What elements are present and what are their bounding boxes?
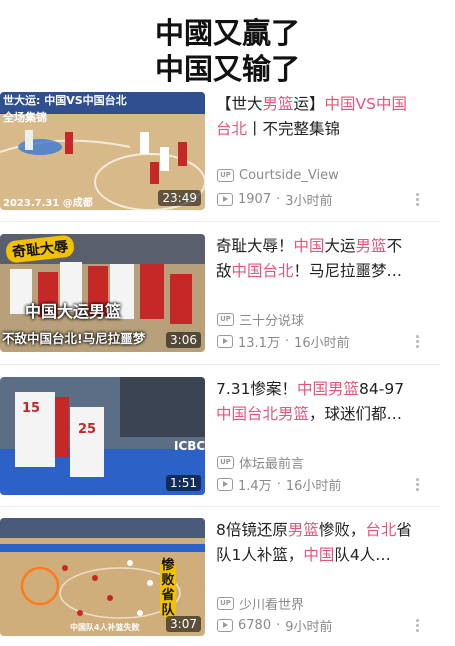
title-text: 84-97 <box>359 380 405 398</box>
author-name: 三十分说球 <box>239 314 305 329</box>
separator: · <box>276 192 281 207</box>
author-name: 少川看世界 <box>239 598 305 613</box>
title-keyword: 中国 <box>303 546 335 564</box>
title-text: 奇耻大辱！ <box>216 237 294 255</box>
play-icon <box>217 619 233 632</box>
video-card[interactable]: 15 25 ICBC 1:51 7.31惨案！中国男篮84-97 中国台北男篮，球… <box>0 377 440 505</box>
up-icon: UP <box>217 456 234 469</box>
video-thumbnail[interactable]: 15 25 ICBC 1:51 <box>0 377 205 495</box>
play-icon <box>217 193 233 206</box>
thumb-overlay-caption: 中国队4人补篮失败 <box>70 623 140 632</box>
video-thumbnail[interactable]: 惨败省队 中国队4人补篮失败 3:07 <box>0 518 205 636</box>
sponsor-sign: ICBC <box>174 439 205 453</box>
author-row[interactable]: UP 体坛最前言 <box>217 453 304 472</box>
title-text: 大运 <box>324 237 356 255</box>
video-card[interactable]: 世大运: 中国VS中国台北 全场集锦 2023.7.31 @成都 23:49 【… <box>0 92 440 220</box>
title-text: 【世大 <box>216 95 263 113</box>
title-keyword: 男篮 <box>355 237 387 255</box>
view-count: 6780 <box>238 618 272 633</box>
upload-age: 9小时前 <box>285 620 333 635</box>
title-text: ！马尼拉噩梦… <box>293 262 403 280</box>
title-text: 运】 <box>293 95 325 113</box>
video-thumbnail[interactable]: 奇耻大辱 中国大运男篮 不敌中国台北!马尼拉噩梦 3:06 <box>0 234 205 352</box>
up-icon: UP <box>217 597 234 610</box>
stats-row: 1.4万 · 16小时前 <box>217 475 341 494</box>
separator: · <box>284 334 290 349</box>
thumb-overlay-sub: 全场集锦 <box>3 111 47 124</box>
play-icon <box>217 478 233 491</box>
separator: · <box>276 477 281 492</box>
divider <box>0 364 440 365</box>
duration-badge: 3:07 <box>166 616 201 632</box>
up-icon: UP <box>217 169 234 182</box>
title-keyword: 中国台北 <box>231 262 294 280</box>
duration-badge: 23:49 <box>158 190 201 206</box>
title-keyword: 男篮 <box>287 521 319 539</box>
jersey-number: 15 <box>22 401 41 416</box>
video-card[interactable]: 奇耻大辱 中国大运男篮 不敌中国台北!马尼拉噩梦 3:06 奇耻大辱！中国大运男… <box>0 234 440 362</box>
title-text: 丨不完整集锦 <box>247 120 341 138</box>
title-text: 7.31惨案！ <box>216 380 298 398</box>
video-title[interactable]: 奇耻大辱！中国大运男篮不敌中国台北！马尼拉噩梦… <box>216 234 416 286</box>
video-title[interactable]: 7.31惨案！中国男篮84-97 中国台北男篮，球迷们都… <box>216 377 416 429</box>
title-keyword: 中国男篮 <box>297 380 360 398</box>
title-keyword: 男篮 <box>262 95 294 113</box>
stats-row: 1907 · 3小时前 <box>217 190 333 209</box>
video-title[interactable]: 8倍镜还原男篮惨败，台北省队1人补篮，中国队4人… <box>216 518 416 570</box>
thumb-overlay-mid: 中国大运男篮 <box>25 302 122 321</box>
title-text: 队4人… <box>334 546 391 564</box>
thumb-overlay-side: 惨败省队 <box>160 558 176 618</box>
author-row[interactable]: UP 少川看世界 <box>217 594 304 613</box>
jersey-number: 25 <box>78 422 97 437</box>
thumb-overlay-date: 2023.7.31 @成都 <box>3 198 93 209</box>
video-thumbnail[interactable]: 世大运: 中国VS中国台北 全场集锦 2023.7.31 @成都 23:49 <box>0 92 205 210</box>
title-text: 惨败， <box>318 521 366 539</box>
author-name: Courtside_View <box>239 168 339 183</box>
title-text: ，球迷们都… <box>309 405 403 423</box>
headline-line-2: 中国又输了 <box>154 52 300 86</box>
thumb-overlay-bottom: 不敌中国台北!马尼拉噩梦 <box>2 331 146 346</box>
stats-row: 13.1万 · 16小时前 <box>217 332 350 351</box>
play-icon <box>217 335 233 348</box>
view-count: 1907 <box>238 192 272 207</box>
more-vertical-icon[interactable] <box>416 619 420 635</box>
duration-badge: 1:51 <box>166 475 201 491</box>
view-count: 13.1万 <box>238 336 280 351</box>
author-row[interactable]: UP Courtside_View <box>217 168 339 183</box>
author-name: 体坛最前言 <box>239 457 305 472</box>
upload-age: 16小时前 <box>294 336 350 351</box>
title-keyword: 台北 <box>365 521 397 539</box>
title-text: 8倍镜还原 <box>216 521 288 539</box>
thumb-overlay-title: 世大运: 中国VS中国台北 <box>3 94 127 107</box>
upload-age: 3小时前 <box>285 194 333 209</box>
upload-age: 16小时前 <box>285 479 342 494</box>
author-row[interactable]: UP 三十分说球 <box>217 310 304 329</box>
headline-line-1: 中國又贏了 <box>154 16 300 50</box>
stats-row: 6780 · 9小时前 <box>217 616 333 635</box>
up-icon: UP <box>217 313 234 326</box>
more-vertical-icon[interactable] <box>416 193 420 209</box>
more-vertical-icon[interactable] <box>416 335 420 351</box>
title-keyword: 中国台北男篮 <box>216 405 310 423</box>
duration-badge: 3:06 <box>166 332 201 348</box>
view-count: 1.4万 <box>238 479 272 494</box>
more-vertical-icon[interactable] <box>416 478 420 494</box>
video-card[interactable]: 惨败省队 中国队4人补篮失败 3:07 8倍镜还原男篮惨败，台北省队1人补篮，中… <box>0 518 440 646</box>
separator: · <box>276 618 281 633</box>
divider <box>0 221 440 222</box>
divider <box>0 506 440 507</box>
video-title[interactable]: 【世大男篮运】中国VS中国台北丨不完整集锦 <box>216 92 416 144</box>
title-keyword: 中国 <box>293 237 325 255</box>
